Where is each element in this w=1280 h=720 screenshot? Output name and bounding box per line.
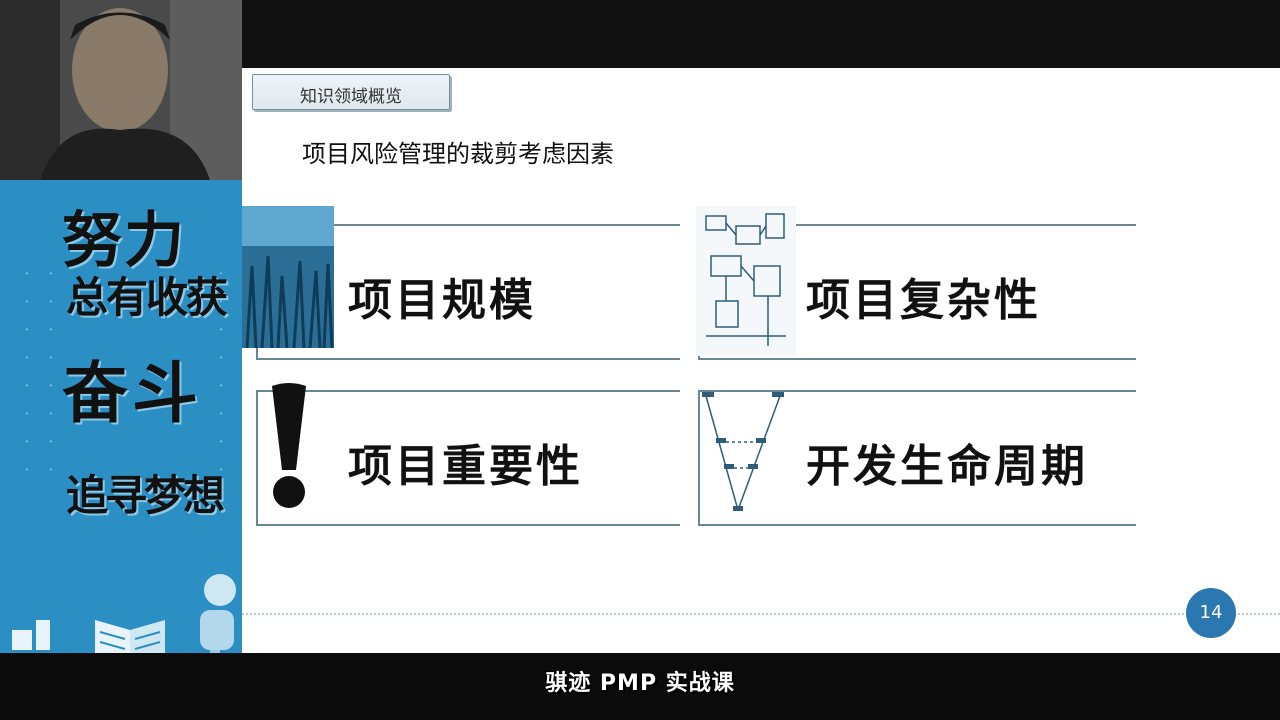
banner-side-text-left: · · · · · · · · [25,267,29,476]
banner-line-3: 奋斗 [62,355,202,432]
section-tag-label: 知识领域概览 [300,87,402,107]
card-development-lifecycle: 开发生命周期 [698,390,1136,526]
grass-photo-icon [242,206,334,348]
footer-divider [242,613,1280,617]
card-label-project-complexity: 项目复杂性 [806,275,1041,326]
exclamation-icon [272,383,306,508]
v-model-diagram-icon [702,392,784,511]
webcam-feed [0,0,242,180]
banner-side-text-left-2: · · · · · · · · [49,267,53,476]
banner-line-2: 总有收获 [66,273,228,322]
card-label-project-importance: 项目重要性 [348,441,583,492]
slide: 知识领域概览 项目风险管理的裁剪考虑因素 项目规模 项目复杂性 项目重要性 开发… [242,68,1280,653]
banner-line-4: 追寻梦想 [66,471,225,520]
card-project-complexity: 项目复杂性 [696,206,1136,360]
card-project-scale: 项目规模 [242,206,680,360]
card-label-development-lifecycle: 开发生命周期 [806,441,1088,492]
circuit-diagram-icon [696,206,796,356]
motivational-banner: · · · · · · · · · · · · · · · · · · · · · · · · 努力 总有收获 奋斗 追寻… [0,180,242,696]
card-project-importance: 项目重要性 [256,383,680,526]
card-label-project-scale: 项目规模 [348,275,536,326]
video-caption: 骐迹 PMP 实战课 [545,671,735,696]
page-number: 14 [1186,588,1236,638]
section-tag: 知识领域概览 [252,74,450,110]
slide-title: 项目风险管理的裁剪考虑因素 [302,140,614,168]
